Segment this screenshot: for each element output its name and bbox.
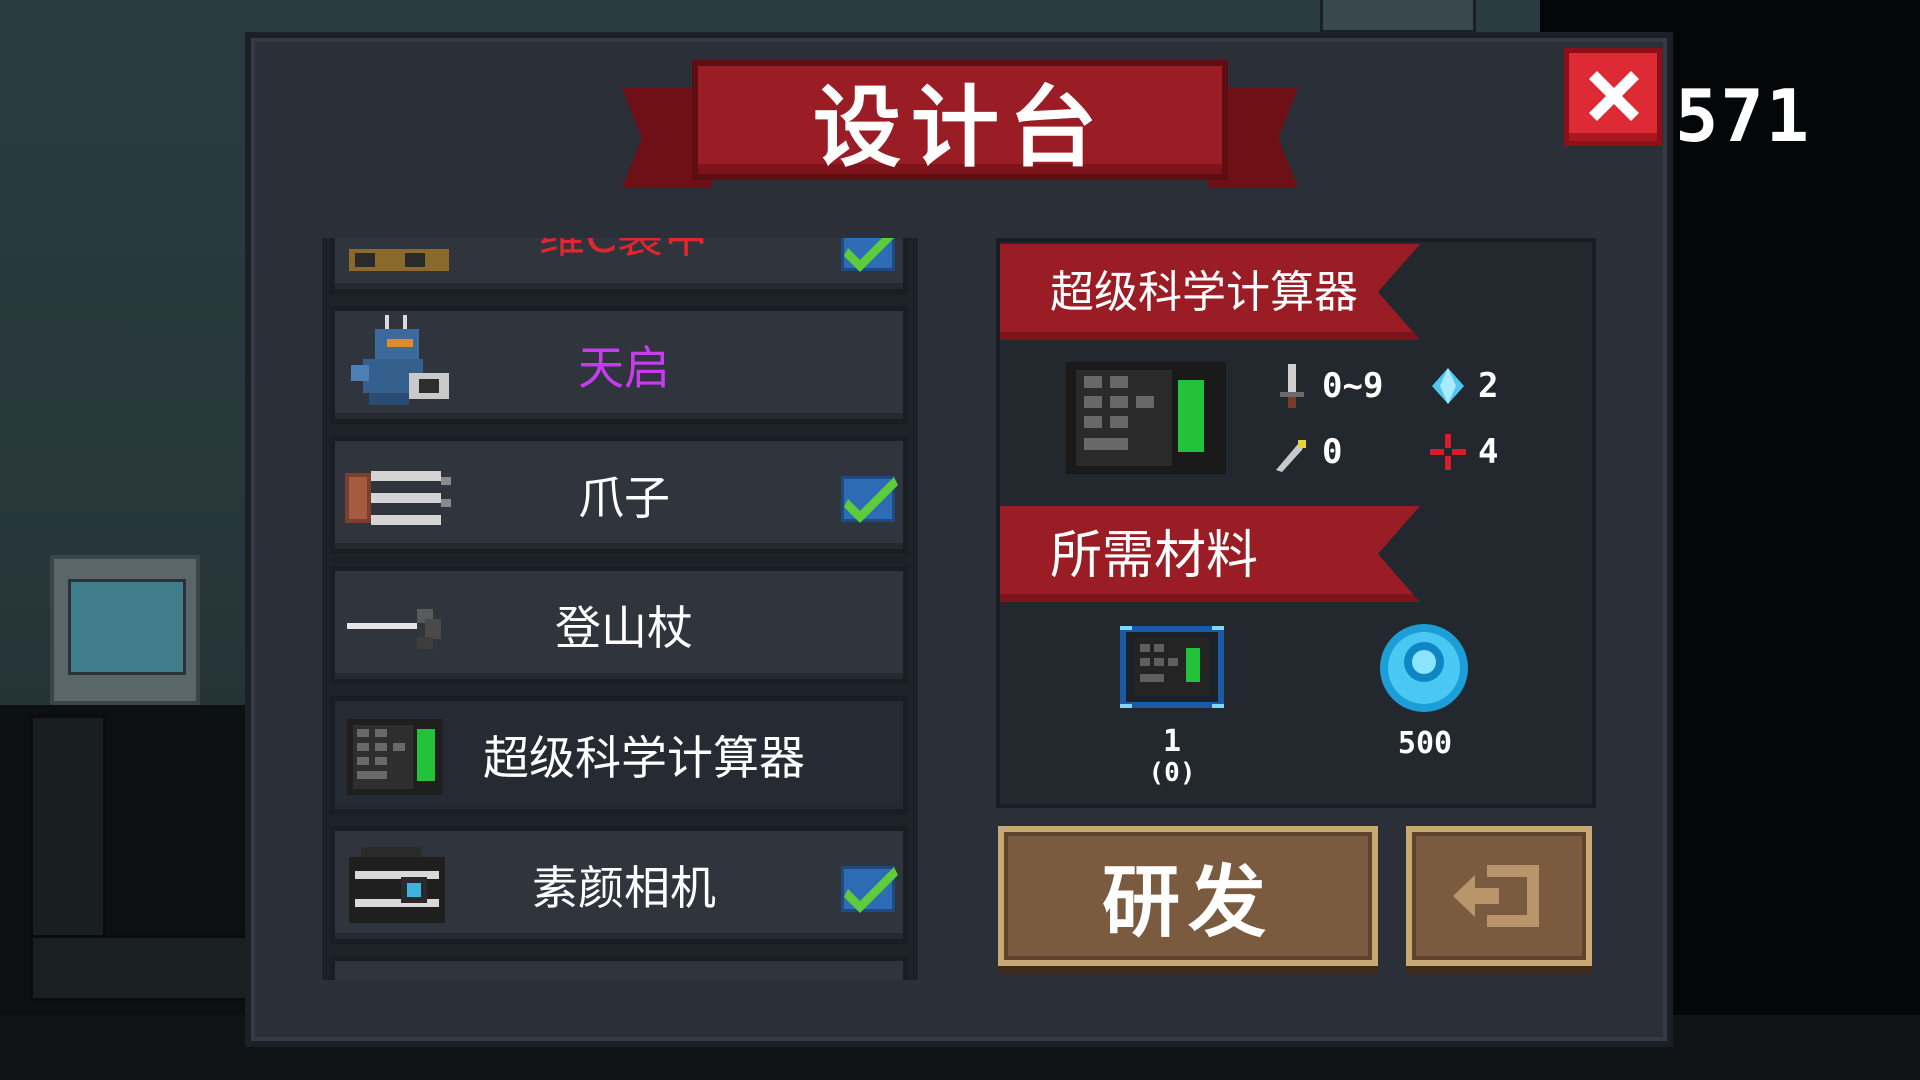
gem-coin-icon bbox=[1380, 624, 1468, 712]
close-button[interactable] bbox=[1564, 48, 1662, 146]
materials-header: 所需材料 bbox=[1050, 525, 1259, 586]
material-gem-count: 500 bbox=[1397, 726, 1453, 761]
weapon-icon bbox=[345, 238, 455, 279]
list-item[interactable]: 素颜相机 bbox=[330, 826, 908, 944]
list-item[interactable]: 维C装甲 bbox=[330, 238, 908, 294]
list-item-label: 维C装甲 bbox=[455, 238, 793, 287]
calculator-blueprint-icon bbox=[1120, 626, 1224, 708]
armored-knight-icon bbox=[345, 315, 455, 409]
background-device bbox=[1320, 0, 1476, 33]
owned-check-icon bbox=[841, 476, 898, 523]
owned-check-icon bbox=[841, 238, 895, 272]
item-name: 超级科学计算器 bbox=[1050, 267, 1358, 318]
list-item[interactable]: 天启 bbox=[330, 306, 908, 424]
camera-icon bbox=[345, 845, 455, 929]
material-gem bbox=[1372, 622, 1476, 716]
list-item-label: 登山杖 bbox=[555, 601, 693, 655]
exit-arrow-icon bbox=[1453, 865, 1539, 927]
materials-ribbon: 所需材料 bbox=[1000, 506, 1420, 602]
material-blueprint-owned: (0) bbox=[1148, 758, 1196, 788]
hiking-stick-icon bbox=[345, 585, 455, 669]
owned-check-icon bbox=[841, 866, 898, 913]
list-item[interactable] bbox=[330, 956, 908, 980]
sword-icon bbox=[1280, 364, 1304, 408]
crosshair-icon bbox=[1430, 434, 1466, 470]
blueprint-list[interactable]: 维C装甲 天启 bbox=[322, 238, 918, 980]
background-desk bbox=[0, 705, 266, 1015]
energy-crystal-icon bbox=[1432, 368, 1464, 404]
item-preview-icon bbox=[1066, 358, 1226, 482]
close-x-icon bbox=[1589, 71, 1639, 121]
stat-crit: 0 bbox=[1272, 430, 1342, 474]
list-item-label: 超级科学计算器 bbox=[483, 731, 805, 785]
list-item-selected[interactable]: 超级科学计算器 bbox=[330, 696, 908, 814]
develop-button[interactable]: 研发 bbox=[998, 826, 1378, 966]
stat-accuracy-value: 4 bbox=[1478, 432, 1499, 472]
claw-icon bbox=[345, 455, 455, 539]
exit-button[interactable] bbox=[1406, 826, 1592, 966]
item-name-ribbon: 超级科学计算器 bbox=[1000, 244, 1420, 340]
list-item-label: 天启 bbox=[578, 341, 670, 395]
crit-knife-icon bbox=[1276, 440, 1306, 472]
list-item-label: 爪子 bbox=[578, 471, 670, 525]
stat-accuracy: 4 bbox=[1428, 430, 1498, 474]
stat-crit-value: 0 bbox=[1322, 432, 1343, 472]
list-item-label: 素颜相机 bbox=[532, 861, 716, 915]
item-icon bbox=[345, 975, 455, 980]
material-blueprint bbox=[1120, 626, 1224, 708]
item-detail-panel: 超级科学计算器 0~9 2 0 4 所需材料 1 (0) 500 bbox=[996, 238, 1596, 808]
develop-button-label: 研发 bbox=[1101, 858, 1274, 948]
dialog-title: 设计台 bbox=[812, 75, 1107, 179]
stat-damage-value: 0~9 bbox=[1322, 366, 1384, 406]
list-item[interactable]: 登山杖 bbox=[330, 566, 908, 684]
hud-score: 571 bbox=[1675, 74, 1812, 158]
background-monitor bbox=[50, 555, 200, 705]
stat-energy-value: 2 bbox=[1478, 366, 1499, 406]
stat-damage: 0~9 bbox=[1272, 364, 1383, 408]
title-banner: 设计台 bbox=[622, 58, 1298, 194]
calculator-icon bbox=[345, 715, 455, 799]
list-item[interactable]: 爪子 bbox=[330, 436, 908, 554]
material-blueprint-count: 1 bbox=[1162, 724, 1182, 759]
stat-energy: 2 bbox=[1428, 364, 1498, 408]
